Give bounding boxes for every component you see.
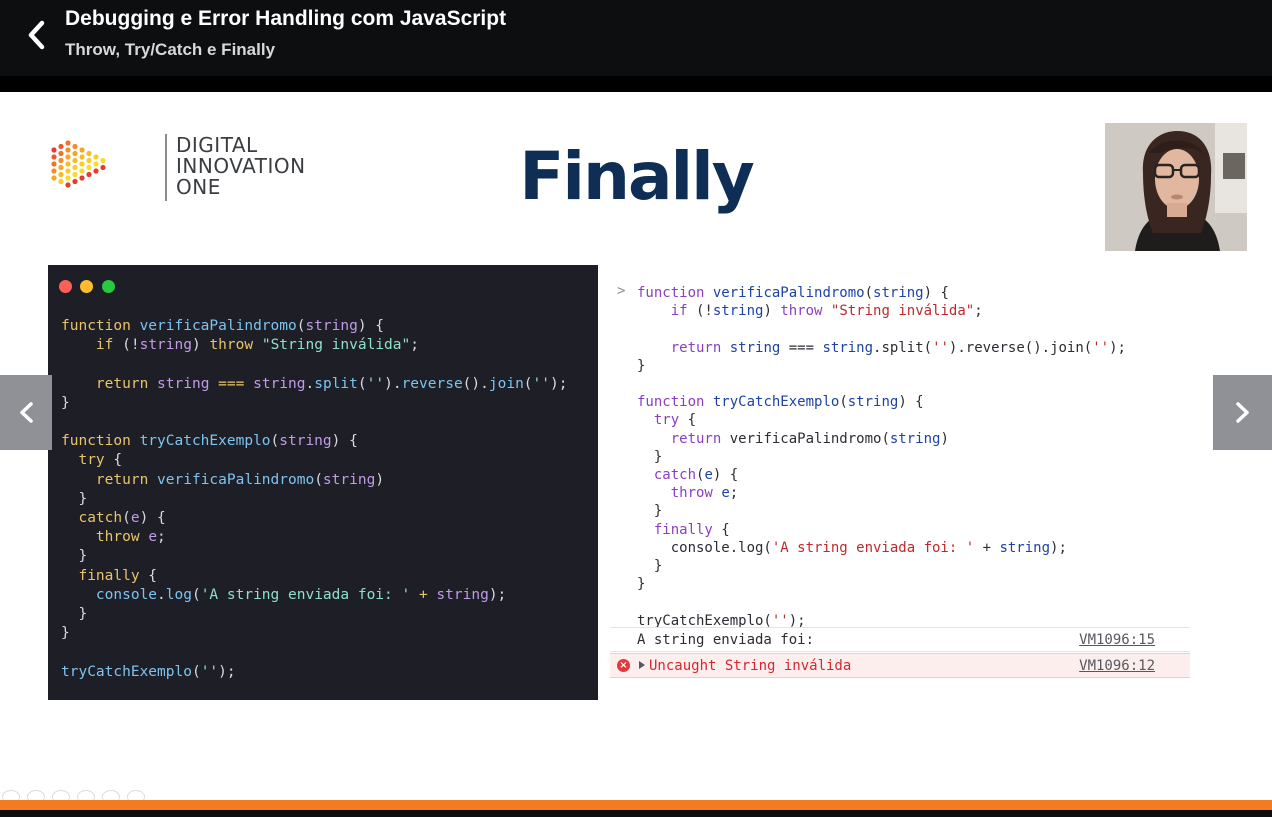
editor-code: function verificaPalindromo(string) { if… (61, 318, 568, 680)
next-slide-button[interactable] (1213, 375, 1272, 450)
chevron-right-icon (1236, 402, 1249, 423)
console-log-message: A string enviada foi: (637, 632, 815, 648)
lesson-title: Debugging e Error Handling com JavaScrip… (65, 7, 507, 30)
console-log-source-link[interactable]: VM1096:15 (1079, 632, 1155, 648)
code-editor: function verificaPalindromo(string) { if… (48, 265, 598, 700)
console-prompt: > (617, 283, 626, 299)
presenter-video-icon (1105, 123, 1247, 251)
progress-accent-bar (0, 800, 1272, 810)
chevron-left-icon (28, 20, 45, 50)
console-code: function verificaPalindromo(string) { if… (637, 285, 1126, 629)
console-error-row: × Uncaught String inválida VM1096:12 (610, 653, 1190, 678)
previous-slide-button[interactable] (0, 375, 52, 450)
chevron-left-icon (20, 402, 33, 423)
slide: DIGITAL INNOVATION ONE Finally function … (0, 92, 1272, 800)
console-error-message: Uncaught String inválida (649, 658, 852, 674)
window-maximize-dot (102, 280, 115, 293)
course-header: Debugging e Error Handling com JavaScrip… (0, 0, 1272, 76)
presenter-webcam (1105, 123, 1247, 251)
window-minimize-dot (80, 280, 93, 293)
expand-caret-icon[interactable] (639, 661, 645, 669)
window-close-dot (59, 280, 72, 293)
devtools-console: > function verificaPalindromo(string) { … (608, 275, 1193, 695)
back-button[interactable] (22, 18, 52, 52)
console-log-row: A string enviada foi: VM1096:15 (610, 627, 1190, 652)
bottom-band (0, 810, 1272, 817)
lesson-subtitle: Throw, Try/Catch e Finally (65, 40, 276, 59)
error-circle-icon: × (617, 659, 630, 672)
header-band (0, 76, 1272, 92)
console-error-source-link[interactable]: VM1096:12 (1079, 658, 1155, 674)
slide-title: Finally (519, 138, 755, 215)
